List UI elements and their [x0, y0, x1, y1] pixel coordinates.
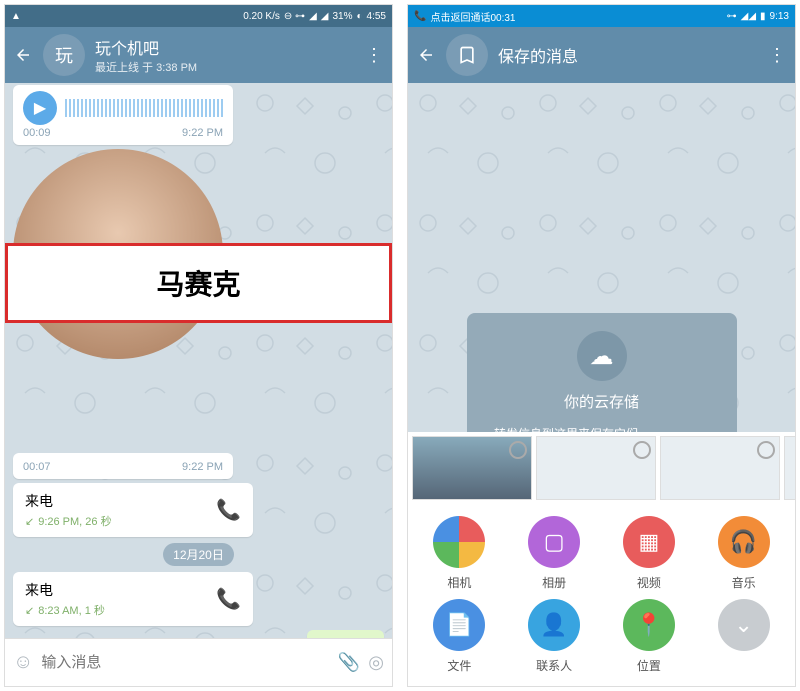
incoming-call-card[interactable]: 来电 ↙ 9:26 PM, 26 秒 📞 [13, 483, 253, 537]
emoji-button[interactable]: ☺ [13, 651, 33, 674]
chat-messages[interactable]: ☁ 你的云存储 转发信息到这里来保存它们 发送媒体和文件来存储它们 在任意设备上… [408, 83, 795, 432]
key-icon: ⊖ ⊶ [284, 11, 305, 22]
play-icon[interactable]: ▶ [23, 91, 57, 125]
chevron-down-icon: ⌄ [718, 599, 770, 651]
attach-camera[interactable]: 相机 [416, 516, 503, 591]
recent-gallery[interactable] [408, 432, 795, 504]
phone-icon[interactable]: 📞 [216, 498, 241, 523]
chat-title-block[interactable]: 玩个机吧 最近上线 于 3:38 PM [95, 35, 354, 75]
input-bar: ☺ 📎 ◎ [5, 638, 392, 686]
voice-duration: 00:07 [23, 461, 51, 473]
msg-time: 9:22 PM [182, 127, 223, 139]
attachment-panel: 相机 ▢相册 ▦视频 🎧音乐 📄文件 👤联系人 📍位置 ⌄ [408, 432, 795, 686]
call-title: 来电 [25, 580, 241, 600]
voice-duration: 00:09 [23, 127, 51, 139]
music-icon: 🎧 [718, 516, 770, 568]
msg-time: 9:22 PM [182, 461, 223, 473]
attach-gallery[interactable]: ▢相册 [511, 516, 598, 591]
camera-icon [433, 516, 485, 568]
gallery-icon: ▢ [528, 516, 580, 568]
gallery-thumb[interactable] [784, 436, 795, 500]
chat-subtitle: 最近上线 于 3:38 PM [95, 59, 354, 75]
chat-header: 保存的消息 ⋮ [408, 27, 795, 83]
incoming-call-card[interactable]: 来电 ↙ 8:23 AM, 1 秒 📞 [13, 572, 253, 626]
cloud-tips: 转发信息到这里来保存它们 发送媒体和文件来存储它们 在任意设备上访问这个对话 [487, 422, 717, 432]
cloud-storage-card: ☁ 你的云存储 转发信息到这里来保存它们 发送媒体和文件来存储它们 在任意设备上… [467, 313, 737, 432]
attach-video[interactable]: ▦视频 [606, 516, 693, 591]
file-icon: 📄 [433, 599, 485, 651]
contact-icon: 👤 [528, 599, 580, 651]
phone-icon[interactable]: 📞 [216, 587, 241, 612]
gallery-thumb[interactable] [536, 436, 656, 500]
call-sub: ↙ 9:26 PM, 26 秒 [25, 513, 241, 529]
attach-location[interactable]: 📍位置 [606, 599, 693, 674]
video-icon: ▦ [623, 516, 675, 568]
battery-icon: ◐ [356, 11, 362, 22]
wifi-icon: ◢ [309, 11, 317, 22]
gallery-thumb[interactable] [660, 436, 780, 500]
censor-overlay: 马赛克 [5, 243, 392, 323]
voice-message[interactable]: ▶ 00:09 9:22 PM [13, 85, 233, 145]
attach-file[interactable]: 📄文件 [416, 599, 503, 674]
signal-icon: ◢◢ [741, 11, 756, 22]
saved-avatar[interactable] [446, 34, 488, 76]
back-button[interactable] [416, 45, 436, 65]
attach-button[interactable]: 📎 [338, 652, 360, 673]
battery-icon: ▮ [760, 11, 766, 22]
waveform [65, 99, 223, 117]
attach-contact[interactable]: 👤联系人 [511, 599, 598, 674]
call-sub: ↙ 8:23 AM, 1 秒 [25, 602, 241, 618]
cloud-title: 你的云存储 [487, 391, 717, 412]
message-input[interactable] [41, 654, 329, 671]
gallery-thumb[interactable] [412, 436, 532, 500]
key-icon: ⊶ [727, 11, 737, 22]
location-icon: 📍 [623, 599, 675, 651]
call-title: 来电 [25, 491, 241, 511]
chat-header: 玩 玩个机吧 最近上线 于 3:38 PM ⋮ [5, 27, 392, 83]
voice-message[interactable]: 00:07 9:22 PM [13, 453, 233, 479]
attach-collapse[interactable]: ⌄ [700, 599, 787, 674]
chat-messages[interactable]: ▶ 00:09 9:22 PM 马赛克 00:07 9:22 PM 来电 ↙ 9:2… [5, 83, 392, 638]
net-speed: 0.20 K/s [243, 11, 280, 22]
status-bar: ▲ 0.20 K/s ⊖ ⊶ ◢ ◢ 31% ◐ 4:55 [5, 5, 392, 27]
clock: 4:55 [367, 11, 386, 22]
camera-button[interactable]: ◎ [368, 652, 384, 673]
call-return-bar[interactable]: 📞 点击返回通话00:31 [414, 9, 515, 24]
chat-title: 保存的消息 [498, 43, 757, 67]
more-button[interactable]: ⋮ [767, 45, 787, 66]
battery: 31% [332, 11, 352, 22]
signal-icon: ◢ [321, 11, 329, 22]
status-bar: 📞 点击返回通话00:31 ⊶ ◢◢ ▮ 9:13 [408, 5, 795, 27]
chat-title: 玩个机吧 [95, 35, 354, 59]
cloud-icon: ☁ [577, 331, 627, 381]
clock: 9:13 [770, 11, 789, 22]
date-badge: 12月20日 [163, 543, 234, 566]
chat-avatar[interactable]: 玩 [43, 34, 85, 76]
attach-music[interactable]: 🎧音乐 [700, 516, 787, 591]
outgoing-message[interactable]: hh8:24 AM [307, 630, 384, 638]
back-button[interactable] [13, 45, 33, 65]
chat-title-block[interactable]: 保存的消息 [498, 43, 757, 67]
more-button[interactable]: ⋮ [364, 45, 384, 66]
